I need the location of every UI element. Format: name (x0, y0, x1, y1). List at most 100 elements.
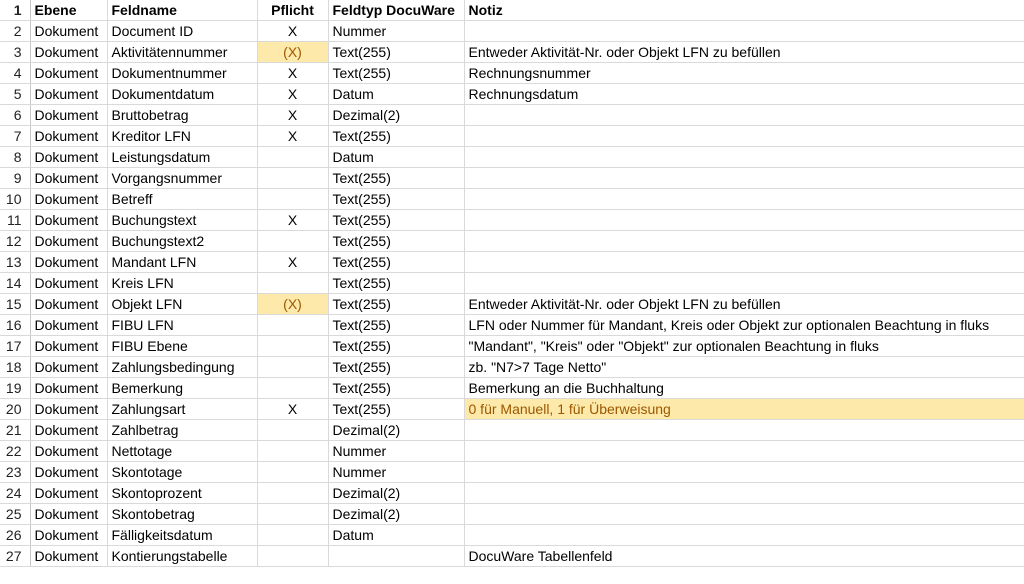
cell-ebene[interactable]: Dokument (30, 461, 108, 484)
cell-feldtyp[interactable]: Text(255) (328, 230, 465, 253)
row-number[interactable]: 8 (0, 146, 31, 169)
cell-notiz[interactable]: Rechnungsnummer (464, 62, 1024, 85)
cell-ebene[interactable]: Dokument (30, 146, 108, 169)
cell-ebene[interactable]: Dokument (30, 545, 108, 568)
cell-feldname[interactable]: Buchungstext (107, 209, 258, 232)
cell-notiz[interactable]: Entweder Aktivität-Nr. oder Objekt LFN z… (464, 293, 1024, 316)
cell-feldname[interactable]: Nettotage (107, 440, 258, 463)
cell-feldname[interactable]: Objekt LFN (107, 293, 258, 316)
cell-notiz[interactable] (464, 167, 1024, 190)
cell-ebene[interactable]: Dokument (30, 356, 108, 379)
header-cell-feldname[interactable]: Feldname (107, 0, 258, 22)
row-number[interactable]: 27 (0, 545, 31, 568)
cell-ebene[interactable]: Dokument (30, 104, 108, 127)
cell-notiz[interactable]: zb. "N7>7 Tage Netto" (464, 356, 1024, 379)
row-number[interactable]: 3 (0, 41, 31, 64)
cell-feldtyp[interactable]: Text(255) (328, 188, 465, 211)
cell-feldname[interactable]: Dokumentdatum (107, 83, 258, 106)
cell-notiz[interactable] (464, 104, 1024, 127)
cell-pflicht[interactable]: X (257, 398, 329, 421)
cell-notiz[interactable] (464, 20, 1024, 43)
cell-ebene[interactable]: Dokument (30, 524, 108, 547)
row-number[interactable]: 6 (0, 104, 31, 127)
cell-feldname[interactable]: Leistungsdatum (107, 146, 258, 169)
cell-pflicht[interactable] (257, 272, 329, 295)
cell-ebene[interactable]: Dokument (30, 167, 108, 190)
row-number[interactable]: 14 (0, 272, 31, 295)
cell-feldname[interactable]: Bruttobetrag (107, 104, 258, 127)
cell-notiz[interactable] (464, 524, 1024, 547)
cell-ebene[interactable]: Dokument (30, 377, 108, 400)
cell-notiz[interactable]: DocuWare Tabellenfeld (464, 545, 1024, 568)
row-number[interactable]: 20 (0, 398, 31, 421)
row-number[interactable]: 15 (0, 293, 31, 316)
cell-ebene[interactable]: Dokument (30, 314, 108, 337)
cell-pflicht[interactable]: X (257, 104, 329, 127)
cell-notiz[interactable]: "Mandant", "Kreis" oder "Objekt" zur opt… (464, 335, 1024, 358)
header-cell-ebene[interactable]: Ebene (30, 0, 108, 22)
cell-ebene[interactable]: Dokument (30, 440, 108, 463)
cell-feldname[interactable]: Dokumentnummer (107, 62, 258, 85)
cell-ebene[interactable]: Dokument (30, 251, 108, 274)
row-number[interactable]: 19 (0, 377, 31, 400)
row-number[interactable]: 1 (0, 0, 31, 22)
cell-notiz[interactable] (464, 461, 1024, 484)
cell-feldtyp[interactable]: Text(255) (328, 335, 465, 358)
header-cell-notiz[interactable]: Notiz (464, 0, 1024, 22)
row-number[interactable]: 9 (0, 167, 31, 190)
cell-feldtyp[interactable]: Dezimal(2) (328, 482, 465, 505)
cell-notiz[interactable]: Bemerkung an die Buchhaltung (464, 377, 1024, 400)
cell-feldname[interactable]: Skontoprozent (107, 482, 258, 505)
cell-ebene[interactable]: Dokument (30, 398, 108, 421)
row-number[interactable]: 25 (0, 503, 31, 526)
cell-feldname[interactable]: Aktivitätennummer (107, 41, 258, 64)
cell-notiz[interactable] (464, 419, 1024, 442)
cell-feldtyp[interactable]: Text(255) (328, 293, 465, 316)
cell-feldname[interactable]: Kreis LFN (107, 272, 258, 295)
cell-notiz[interactable] (464, 209, 1024, 232)
cell-pflicht[interactable] (257, 335, 329, 358)
cell-feldtyp[interactable]: Text(255) (328, 377, 465, 400)
cell-pflicht[interactable] (257, 356, 329, 379)
cell-feldtyp[interactable]: Nummer (328, 20, 465, 43)
row-number[interactable]: 24 (0, 482, 31, 505)
cell-feldtyp[interactable]: Text(255) (328, 398, 465, 421)
cell-feldname[interactable]: Fälligkeitsdatum (107, 524, 258, 547)
cell-notiz[interactable] (464, 482, 1024, 505)
cell-feldname[interactable]: Skontotage (107, 461, 258, 484)
row-number[interactable]: 13 (0, 251, 31, 274)
cell-feldtyp[interactable]: Datum (328, 146, 465, 169)
cell-ebene[interactable]: Dokument (30, 62, 108, 85)
row-number[interactable]: 21 (0, 419, 31, 442)
row-number[interactable]: 2 (0, 20, 31, 43)
cell-pflicht[interactable]: X (257, 20, 329, 43)
cell-feldname[interactable]: Bemerkung (107, 377, 258, 400)
cell-feldtyp[interactable]: Nummer (328, 461, 465, 484)
row-number[interactable]: 18 (0, 356, 31, 379)
row-number[interactable]: 4 (0, 62, 31, 85)
row-number[interactable]: 26 (0, 524, 31, 547)
cell-pflicht[interactable] (257, 545, 329, 568)
cell-ebene[interactable]: Dokument (30, 20, 108, 43)
cell-feldname[interactable]: Zahlbetrag (107, 419, 258, 442)
cell-ebene[interactable]: Dokument (30, 209, 108, 232)
cell-pflicht[interactable] (257, 188, 329, 211)
cell-notiz[interactable]: LFN oder Nummer für Mandant, Kreis oder … (464, 314, 1024, 337)
row-number[interactable]: 5 (0, 83, 31, 106)
cell-notiz[interactable] (464, 251, 1024, 274)
cell-pflicht[interactable] (257, 503, 329, 526)
cell-ebene[interactable]: Dokument (30, 230, 108, 253)
cell-notiz[interactable]: 0 für Manuell, 1 für Überweisung (464, 398, 1024, 421)
cell-feldtyp[interactable]: Datum (328, 83, 465, 106)
cell-feldname[interactable]: FIBU LFN (107, 314, 258, 337)
cell-pflicht[interactable]: X (257, 209, 329, 232)
cell-feldname[interactable]: Mandant LFN (107, 251, 258, 274)
row-number[interactable]: 17 (0, 335, 31, 358)
cell-feldname[interactable]: Kreditor LFN (107, 125, 258, 148)
cell-notiz[interactable] (464, 440, 1024, 463)
cell-feldname[interactable]: Skontobetrag (107, 503, 258, 526)
cell-feldname[interactable]: FIBU Ebene (107, 335, 258, 358)
cell-ebene[interactable]: Dokument (30, 335, 108, 358)
cell-feldtyp[interactable]: Nummer (328, 440, 465, 463)
cell-notiz[interactable]: Rechnungsdatum (464, 83, 1024, 106)
